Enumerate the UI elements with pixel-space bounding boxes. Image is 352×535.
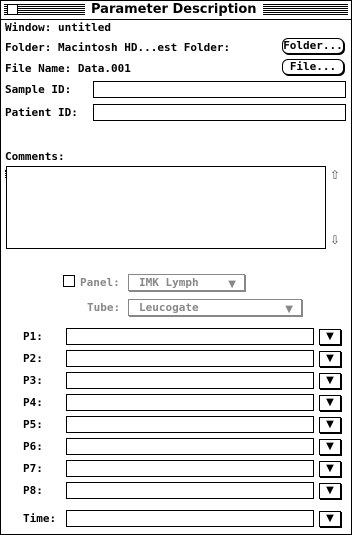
p6-field[interactable]: [66, 438, 314, 455]
folder-label: Folder: Macintosh HD...est Folder:: [5, 41, 231, 54]
file-name-label: File Name: Data.001: [5, 62, 131, 75]
p4-dropdown-icon[interactable]: ▼: [319, 395, 341, 411]
time-label: Time:: [23, 512, 57, 525]
p1-label: P1:: [23, 330, 43, 343]
p6-label: P6:: [23, 440, 43, 453]
p8-label: P8:: [23, 484, 43, 497]
tube-label: Tube:: [87, 301, 121, 314]
patient-id-field[interactable]: [93, 104, 346, 121]
p2-field[interactable]: [66, 350, 314, 367]
p1-dropdown-icon[interactable]: ▼: [319, 329, 341, 345]
p7-dropdown-icon[interactable]: ▼: [319, 461, 341, 477]
tube-select[interactable]: Leucogate ▼: [128, 299, 302, 316]
p4-field[interactable]: [66, 394, 314, 411]
chevron-down-icon: ▼: [228, 279, 236, 290]
p7-label: P7:: [23, 462, 43, 475]
window-title: Parameter Description: [85, 2, 263, 18]
close-box-icon[interactable]: [7, 4, 18, 15]
p8-dropdown-icon[interactable]: ▼: [319, 483, 341, 499]
comments-textarea[interactable]: [6, 166, 345, 249]
p8-field[interactable]: [66, 482, 314, 499]
text-cursor: [5, 170, 7, 178]
time-dropdown-icon[interactable]: ▼: [319, 511, 341, 527]
comments-scrollbar[interactable]: ⇧ ⇩: [325, 166, 345, 249]
panel-select[interactable]: IMK Lymph ▼: [128, 274, 245, 291]
scroll-down-arrow-icon[interactable]: ⇩: [328, 233, 342, 247]
p2-label: P2:: [23, 352, 43, 365]
sample-id-field[interactable]: [93, 81, 346, 98]
p7-field[interactable]: [66, 460, 314, 477]
patient-id-label: Patient ID:: [5, 106, 78, 119]
time-field[interactable]: [66, 510, 314, 527]
scroll-up-arrow-icon[interactable]: ⇧: [328, 168, 342, 182]
panel-checkbox[interactable]: [63, 275, 75, 287]
p3-field[interactable]: [66, 372, 314, 389]
panel-select-value: IMK Lymph: [139, 276, 199, 289]
folder-button[interactable]: Folder...: [282, 38, 344, 54]
tube-select-value: Leucogate: [139, 301, 199, 314]
p2-dropdown-icon[interactable]: ▼: [319, 351, 341, 367]
p1-field[interactable]: [66, 328, 314, 345]
chevron-down-icon: ▼: [285, 304, 293, 315]
sample-id-label: Sample ID:: [5, 83, 72, 96]
file-button[interactable]: File...: [282, 59, 344, 75]
p3-dropdown-icon[interactable]: ▼: [319, 373, 341, 389]
p4-label: P4:: [23, 396, 43, 409]
comments-label: Comments:: [5, 150, 65, 163]
p3-label: P3:: [23, 374, 43, 387]
window-label: Window: untitled: [5, 21, 111, 34]
p5-dropdown-icon[interactable]: ▼: [319, 417, 341, 433]
title-bar[interactable]: Parameter Description: [1, 1, 351, 20]
p5-label: P5:: [23, 418, 43, 431]
p5-field[interactable]: [66, 416, 314, 433]
panel-label: Panel:: [80, 276, 120, 289]
p6-dropdown-icon[interactable]: ▼: [319, 439, 341, 455]
